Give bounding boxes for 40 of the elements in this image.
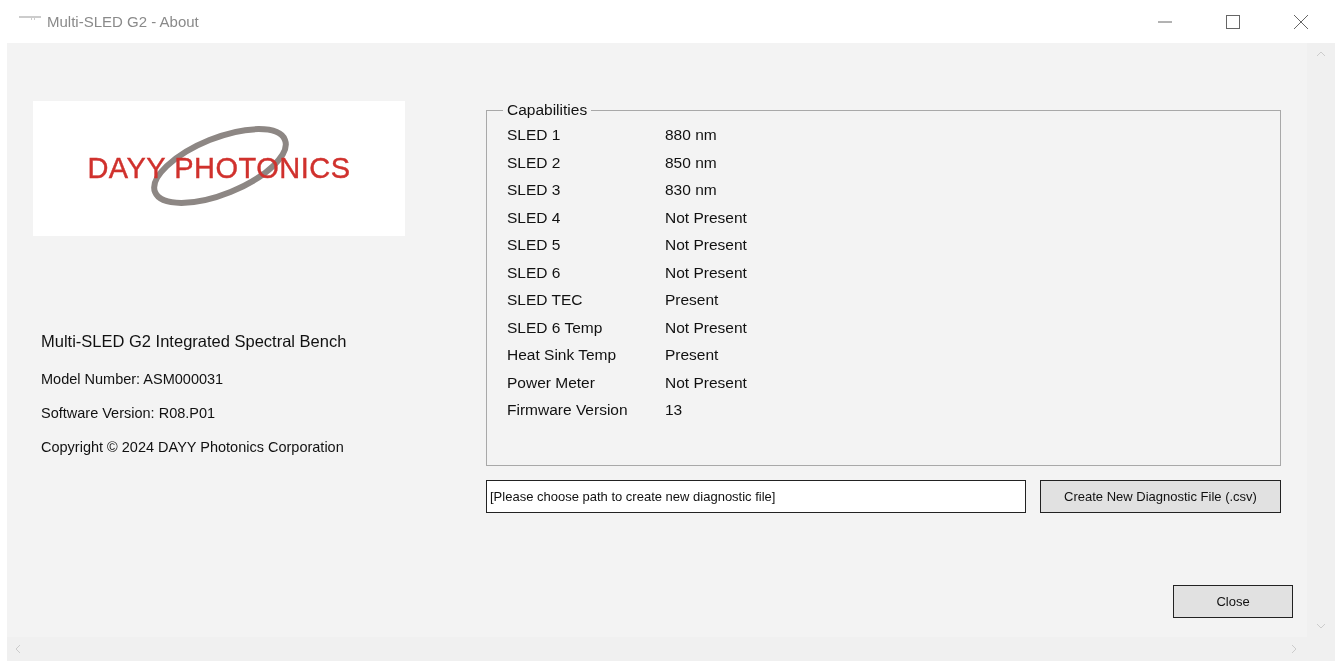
capability-label: SLED 6 Temp: [507, 317, 604, 337]
horizontal-scrollbar[interactable]: [7, 637, 1335, 661]
group-title: Capabilities: [506, 101, 589, 119]
capability-value: Not Present: [665, 317, 747, 337]
capability-value: Not Present: [665, 262, 747, 282]
path-field[interactable]: [Please choose path to create new diagnostic file]: [486, 480, 1026, 513]
capability-label: SLED 2: [507, 152, 562, 172]
create-diagnostic-button[interactable]: Create New Diagnostic File (.csv): [1040, 480, 1281, 513]
scroll-down-icon[interactable]: [1316, 623, 1326, 629]
capability-value: Not Present: [665, 372, 747, 392]
capability-value: 850 nm: [665, 152, 718, 172]
app-icon: [19, 14, 41, 21]
scroll-right-icon[interactable]: [1291, 644, 1297, 654]
scroll-up-icon[interactable]: [1316, 51, 1326, 57]
capability-label: Power Meter: [507, 372, 596, 392]
capability-label: Heat Sink Temp: [507, 345, 618, 364]
capability-label: SLED 6: [507, 262, 562, 282]
close-icon: [1293, 13, 1309, 30]
capability-label: Firmware Version: [507, 400, 629, 419]
capability-value: Present: [665, 290, 720, 309]
capability-value: 880 nm: [665, 125, 718, 144]
copyright-text: Copyright © 2024 DAYY Photonics Corporation: [41, 439, 344, 455]
capability-label: SLED 5: [507, 235, 562, 254]
window-title: Multi-SLED G2 - About: [47, 13, 199, 30]
capability-value: 13: [665, 400, 684, 419]
capability-value: 830 nm: [665, 180, 718, 199]
product-name: Multi-SLED G2 Integrated Spectral Bench: [41, 332, 347, 351]
software-version: Software Version: R08.P01: [41, 405, 216, 421]
maximize-icon: [1225, 13, 1241, 30]
capability-value: Not Present: [665, 207, 747, 227]
model-number: Model Number: ASM000031: [41, 371, 224, 387]
capability-label: SLED 3: [507, 180, 562, 199]
close-button[interactable]: Close: [1173, 585, 1293, 618]
minimize-icon: [1157, 20, 1173, 23]
capability-value: Not Present: [665, 235, 747, 254]
capability-value: Present: [665, 345, 720, 364]
capability-label: SLED TEC: [507, 290, 584, 309]
scroll-left-icon[interactable]: [15, 644, 21, 654]
capability-label: SLED 1: [507, 125, 562, 144]
capability-label: SLED 4: [507, 207, 562, 227]
